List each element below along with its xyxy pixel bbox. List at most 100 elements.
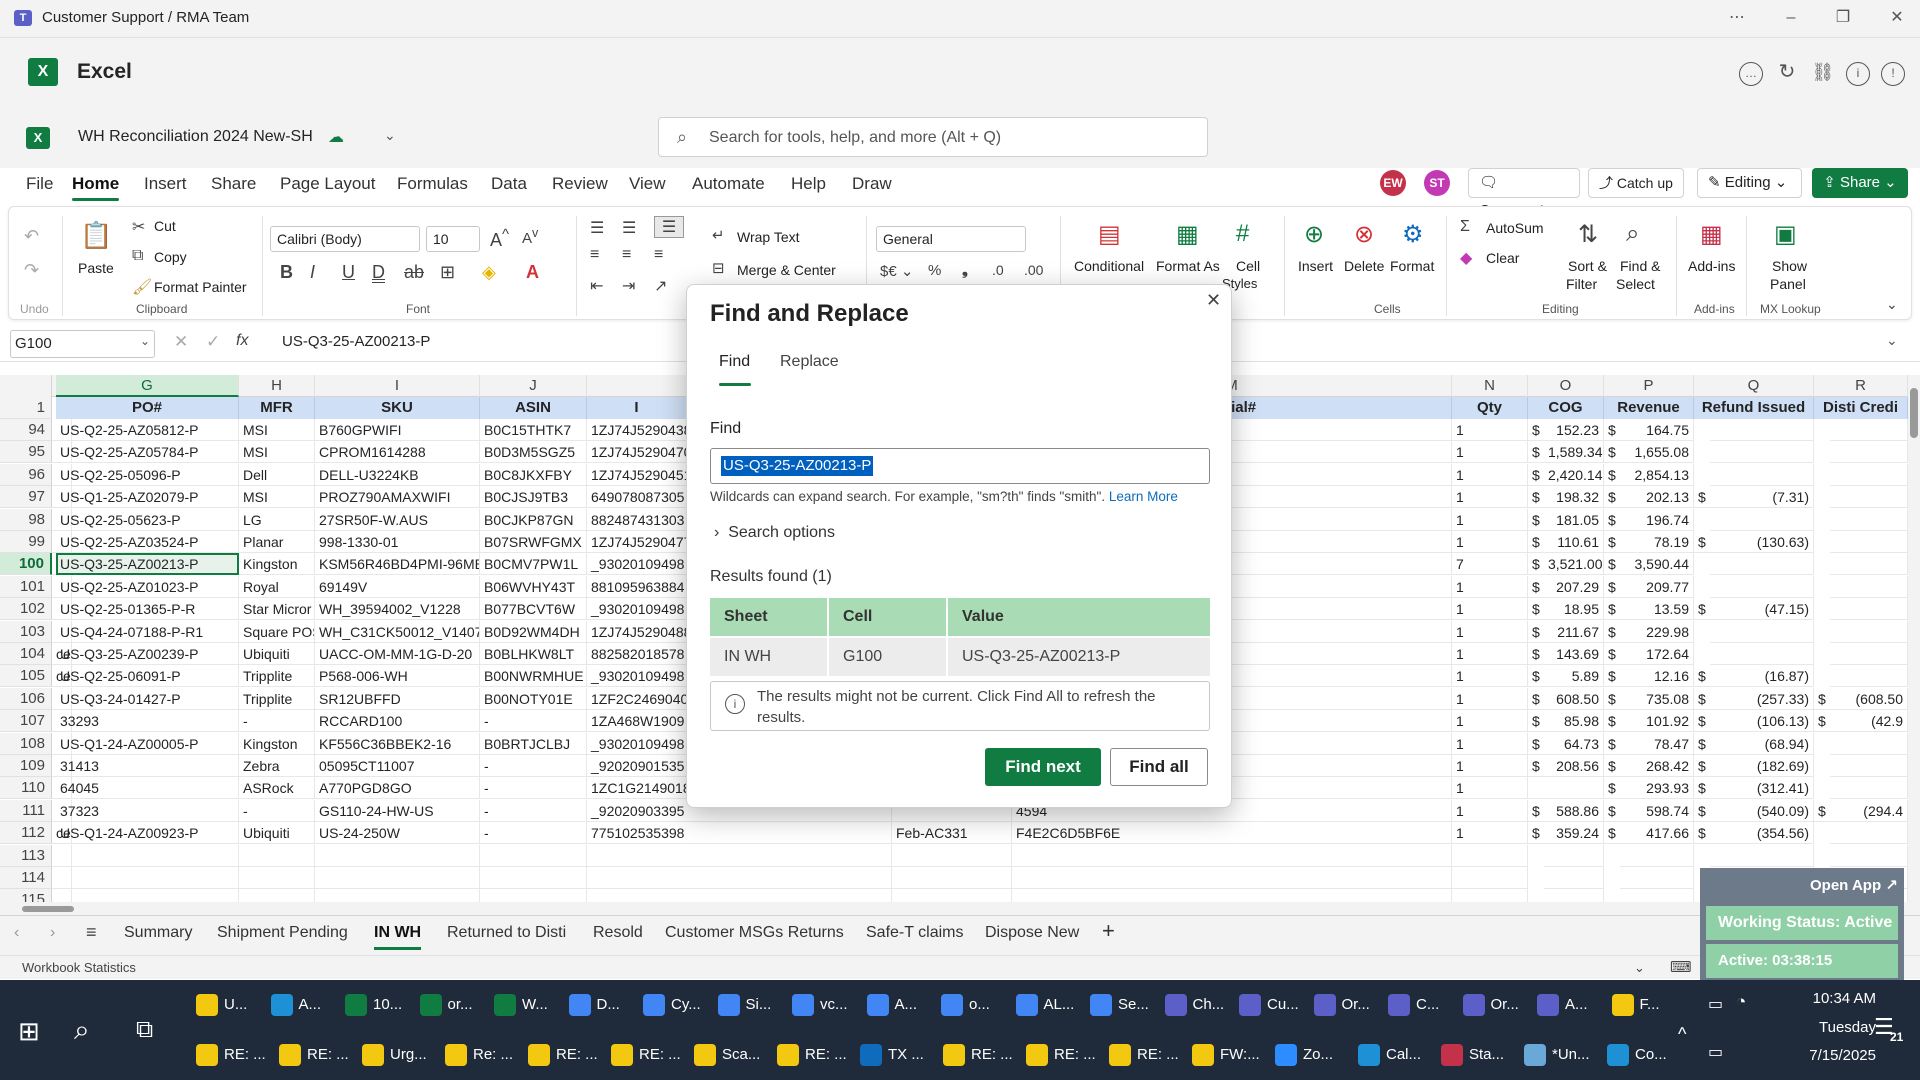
asin-cell[interactable]: B00NOTY01E (480, 688, 587, 710)
tab-automate[interactable]: Automate (692, 174, 765, 194)
cog-cell[interactable]: 1,589.34 (1544, 441, 1604, 463)
cog-cell[interactable] (1544, 845, 1604, 867)
editing-mode-button[interactable]: ✎ Editing ⌄ (1697, 168, 1802, 198)
next-sheet-icon[interactable]: › (50, 924, 55, 942)
close-icon[interactable]: ✕ (1206, 290, 1221, 311)
revenue-cell[interactable]: 164.75 (1620, 419, 1694, 441)
po-cell[interactable]: US-Q1-24-AZ00923-P (56, 822, 239, 844)
po-cell[interactable]: US-Q2-25-AZ01023-P (56, 576, 239, 598)
qty-cell[interactable]: 1 (1452, 621, 1528, 643)
cog-cell[interactable] (1544, 867, 1604, 889)
restore-button[interactable]: ❐ (1828, 6, 1858, 30)
open-app-link[interactable]: Open App ↗ (1810, 876, 1898, 894)
refund-cell[interactable]: (47.15) (1710, 598, 1814, 620)
po-cell[interactable]: US-Q4-24-07188-P-R1 (56, 621, 239, 643)
taskbar-app[interactable]: F... (1608, 986, 1660, 1024)
header-asin[interactable]: ASIN (480, 397, 587, 419)
cog-cell[interactable]: 588.86 (1544, 800, 1604, 822)
po-cell[interactable]: US-Q2-25-05096-P (56, 464, 239, 486)
align-center-icon[interactable]: ≡ (622, 246, 631, 264)
asin-cell[interactable]: - (480, 755, 587, 777)
taskbar-app[interactable]: o... (937, 986, 990, 1024)
l-cell[interactable] (892, 867, 1012, 889)
refund-cell[interactable]: (16.87) (1710, 665, 1814, 687)
cog-cell[interactable]: 208.56 (1544, 755, 1604, 777)
increase-font-icon[interactable]: A^ (490, 226, 509, 251)
cog-cell[interactable]: 110.61 (1544, 531, 1604, 553)
row-header[interactable]: 102 (0, 598, 52, 620)
refund-cell[interactable] (1710, 845, 1814, 867)
sheet-tab-customer-msgs-returns[interactable]: Customer MSGs Returns (665, 924, 844, 942)
qty-cell[interactable] (1452, 845, 1528, 867)
qty-cell[interactable]: 1 (1452, 822, 1528, 844)
disti-credit-cell[interactable] (1830, 553, 1908, 575)
tab-share[interactable]: Share (211, 174, 256, 194)
revenue-cell[interactable]: 598.74 (1620, 800, 1694, 822)
po-cell[interactable]: US-Q2-25-AZ03524-P (56, 531, 239, 553)
po-cell[interactable]: US-Q1-24-AZ00005-P (56, 733, 239, 755)
mfr-cell[interactable]: MSI (239, 486, 315, 508)
taskbar-app[interactable]: RE: ... (524, 1036, 598, 1074)
row-header[interactable]: 108 (0, 733, 52, 755)
format-painter-button[interactable]: Format Painter (154, 279, 247, 295)
qty-cell[interactable]: 1 (1452, 486, 1528, 508)
tab-review[interactable]: Review (552, 174, 608, 194)
row-header[interactable]: 99 (0, 531, 52, 553)
cut-button[interactable]: Cut (154, 218, 176, 234)
revenue-cell[interactable]: 196.74 (1620, 509, 1694, 531)
learn-more-link[interactable]: Learn More (1109, 489, 1178, 504)
po-cell[interactable]: US-Q3-25-AZ00239-P (56, 643, 239, 665)
disti-credit-cell[interactable] (1830, 464, 1908, 486)
taskbar-app[interactable]: Sta... (1437, 1036, 1504, 1074)
tab-replace[interactable]: Replace (780, 353, 839, 371)
taskbar-app[interactable]: Cy... (639, 986, 701, 1024)
sku-cell[interactable]: WH_39594002_V1228 (315, 598, 480, 620)
taskbar-app[interactable]: A... (267, 986, 321, 1024)
row-header[interactable]: 114 (0, 867, 52, 889)
qty-cell[interactable] (1452, 867, 1528, 889)
mfr-cell[interactable]: MSI (239, 419, 315, 441)
header-sku[interactable]: SKU (315, 397, 480, 419)
taskbar-app[interactable]: RE: ... (1105, 1036, 1179, 1074)
refund-cell[interactable]: (312.41) (1710, 777, 1814, 799)
taskbar-app[interactable]: RE: ... (192, 1036, 266, 1074)
asin-cell[interactable]: B0D92WM4DH (480, 621, 587, 643)
fill-color-icon[interactable]: ◈ (482, 262, 496, 283)
tray-expand-icon[interactable]: ^ (1678, 1024, 1686, 1045)
delete-cells-button[interactable]: Delete (1344, 258, 1384, 274)
cog-cell[interactable]: 2,420.14 (1544, 464, 1604, 486)
wrap-text-button[interactable]: Wrap Text (737, 229, 800, 245)
refund-cell[interactable] (1710, 553, 1814, 575)
taskbar-app[interactable]: U... (192, 986, 247, 1024)
revenue-cell[interactable] (1620, 867, 1694, 889)
tab-formulas[interactable]: Formulas (397, 174, 468, 194)
sku-cell[interactable]: GS110-24-HW-US (315, 800, 480, 822)
qty-cell[interactable]: 1 (1452, 464, 1528, 486)
close-window-button[interactable]: ✕ (1882, 6, 1912, 30)
disti-credit-cell[interactable] (1830, 845, 1908, 867)
asin-cell[interactable]: - (480, 710, 587, 732)
mfr-cell[interactable]: Royal (239, 576, 315, 598)
column-header-i[interactable]: I (315, 375, 480, 397)
header-i[interactable]: I (587, 397, 687, 419)
qty-cell[interactable]: 1 (1452, 755, 1528, 777)
taskbar-app[interactable]: 10... (341, 986, 402, 1024)
revenue-cell[interactable]: 229.98 (1620, 621, 1694, 643)
revenue-cell[interactable]: 172.64 (1620, 643, 1694, 665)
mfr-cell[interactable] (239, 867, 315, 889)
cog-cell[interactable]: 18.95 (1544, 598, 1604, 620)
copy-button[interactable]: Copy (154, 249, 187, 265)
align-middle-icon[interactable]: ☰ (622, 218, 636, 238)
sheet-tab-safe-t-claims[interactable]: Safe-T claims (866, 924, 964, 942)
row-header[interactable]: 95 (0, 441, 52, 463)
sku-cell[interactable]: P568-006-WH (315, 665, 480, 687)
decrease-indent-icon[interactable]: ⇤ (590, 276, 603, 296)
tracking-cell[interactable] (587, 867, 892, 889)
show-panel-button[interactable]: Show (1772, 258, 1807, 274)
disti-credit-cell[interactable] (1830, 509, 1908, 531)
sku-cell[interactable]: CPROM1614288 (315, 441, 480, 463)
asin-cell[interactable]: B0BRTJCLBJ (480, 733, 587, 755)
qty-cell[interactable]: 1 (1452, 777, 1528, 799)
cog-cell[interactable]: 5.89 (1544, 665, 1604, 687)
refund-cell[interactable]: (182.69) (1710, 755, 1814, 777)
